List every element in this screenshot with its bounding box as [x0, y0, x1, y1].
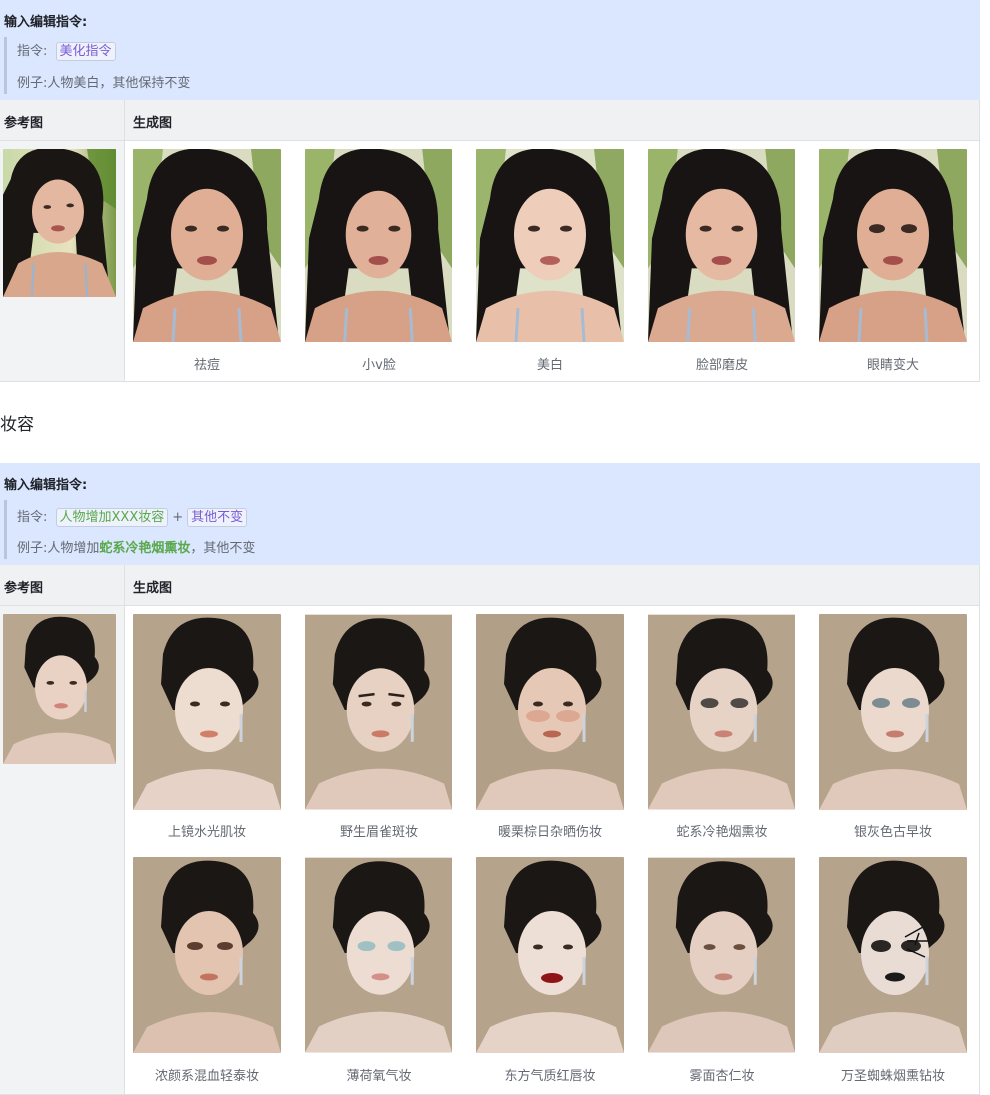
- example-text: ，其他不变: [190, 541, 256, 556]
- example-label: 例子:: [17, 541, 48, 556]
- image-caption: 小v脸: [362, 358, 396, 373]
- image-caption: 蛇系冷艳烟熏妆: [676, 825, 768, 840]
- image-caption: 野生眉雀斑妆: [339, 825, 418, 840]
- generated-image[interactable]: [305, 149, 452, 342]
- command-tag: 人物增加XXX妆容: [55, 508, 169, 527]
- generated-image[interactable]: [476, 614, 624, 810]
- image-caption: 薄荷氧气妆: [346, 1069, 412, 1084]
- quote-bar: [4, 500, 7, 559]
- image-caption: 眼睛变大: [866, 358, 919, 373]
- generated-image[interactable]: [819, 857, 967, 1053]
- document-page: 输入编辑指令: 指令: 美化指令 例子:人物美白，其他保持不变 参考图 生成图: [0, 0, 990, 1095]
- command-tag: 美化指令: [55, 42, 116, 61]
- image-caption: 雾面杏仁妆: [689, 1069, 755, 1084]
- makeup-result-table: 参考图 生成图 上镜水光肌妆 野生眉雀斑妆 暖栗棕日杂晒伤妆 蛇系冷艳烟熏妆 银…: [0, 565, 980, 1095]
- command-tag: 其他不变: [187, 508, 248, 527]
- plus-sign: +: [172, 510, 184, 525]
- generated-header: 生成图: [133, 116, 173, 131]
- image-caption: 暖栗棕日杂晒伤妆: [497, 825, 602, 840]
- image-caption: 脸部磨皮: [695, 358, 748, 373]
- generated-header: 生成图: [133, 581, 173, 596]
- example-label: 例子:: [17, 76, 48, 91]
- generated-image[interactable]: [648, 149, 795, 342]
- beauty-result-table: 参考图 生成图 祛痘 小v脸 美白 脸部磨皮 眼睛变大: [0, 100, 980, 382]
- reference-image[interactable]: [3, 149, 116, 297]
- image-caption: 银灰色古早妆: [853, 825, 932, 840]
- reference-header: 参考图: [4, 116, 44, 131]
- instruction-title: 输入编辑指令:: [4, 478, 88, 493]
- generated-image[interactable]: [648, 614, 795, 810]
- table-header: 参考图 生成图: [0, 565, 979, 606]
- generated-image[interactable]: [305, 857, 452, 1053]
- instruction-command-line: 指令: 美化指令: [17, 40, 116, 61]
- generated-image[interactable]: [305, 614, 452, 810]
- generated-image[interactable]: [476, 857, 624, 1053]
- command-label: 指令:: [17, 44, 48, 59]
- generated-image[interactable]: [819, 614, 967, 810]
- quote-bar: [4, 37, 7, 94]
- generated-image[interactable]: [648, 857, 795, 1053]
- image-caption: 万圣蜘蛛烟熏钻妆: [840, 1069, 945, 1084]
- generated-image[interactable]: [133, 614, 281, 810]
- reference-image[interactable]: [3, 614, 116, 764]
- command-label: 指令:: [17, 510, 48, 525]
- instruction-command-line: 指令: 人物增加XXX妆容 + 其他不变: [17, 506, 248, 527]
- image-caption: 浓颜系混血轻泰妆: [154, 1069, 259, 1084]
- instruction-callout: 输入编辑指令: 指令: 人物增加XXX妆容 + 其他不变 例子:人物增加蛇系冷艳烟熏…: [0, 463, 980, 565]
- image-caption: 祛痘: [193, 358, 220, 373]
- table-header: 参考图 生成图: [0, 100, 979, 141]
- section-heading: 妆容: [0, 415, 34, 435]
- instruction-callout: 输入编辑指令: 指令: 美化指令 例子:人物美白，其他保持不变: [0, 0, 980, 100]
- instruction-title: 输入编辑指令:: [4, 15, 88, 30]
- generated-image[interactable]: [819, 149, 967, 342]
- example-text: 人物增加: [47, 541, 100, 556]
- image-caption: 东方气质红唇妆: [504, 1069, 596, 1084]
- example-text: 人物美白，其他保持不变: [47, 76, 191, 91]
- example-highlight: 蛇系冷艳烟熏妆: [99, 541, 191, 556]
- generated-image[interactable]: [476, 149, 624, 342]
- reference-header: 参考图: [4, 581, 44, 596]
- generated-image[interactable]: [133, 857, 281, 1053]
- image-caption: 美白: [536, 358, 563, 373]
- generated-image[interactable]: [133, 149, 281, 342]
- image-caption: 上镜水光肌妆: [167, 825, 246, 840]
- instruction-example-line: 例子:人物增加蛇系冷艳烟熏妆，其他不变: [17, 537, 255, 556]
- instruction-example-line: 例子:人物美白，其他保持不变: [17, 72, 190, 91]
